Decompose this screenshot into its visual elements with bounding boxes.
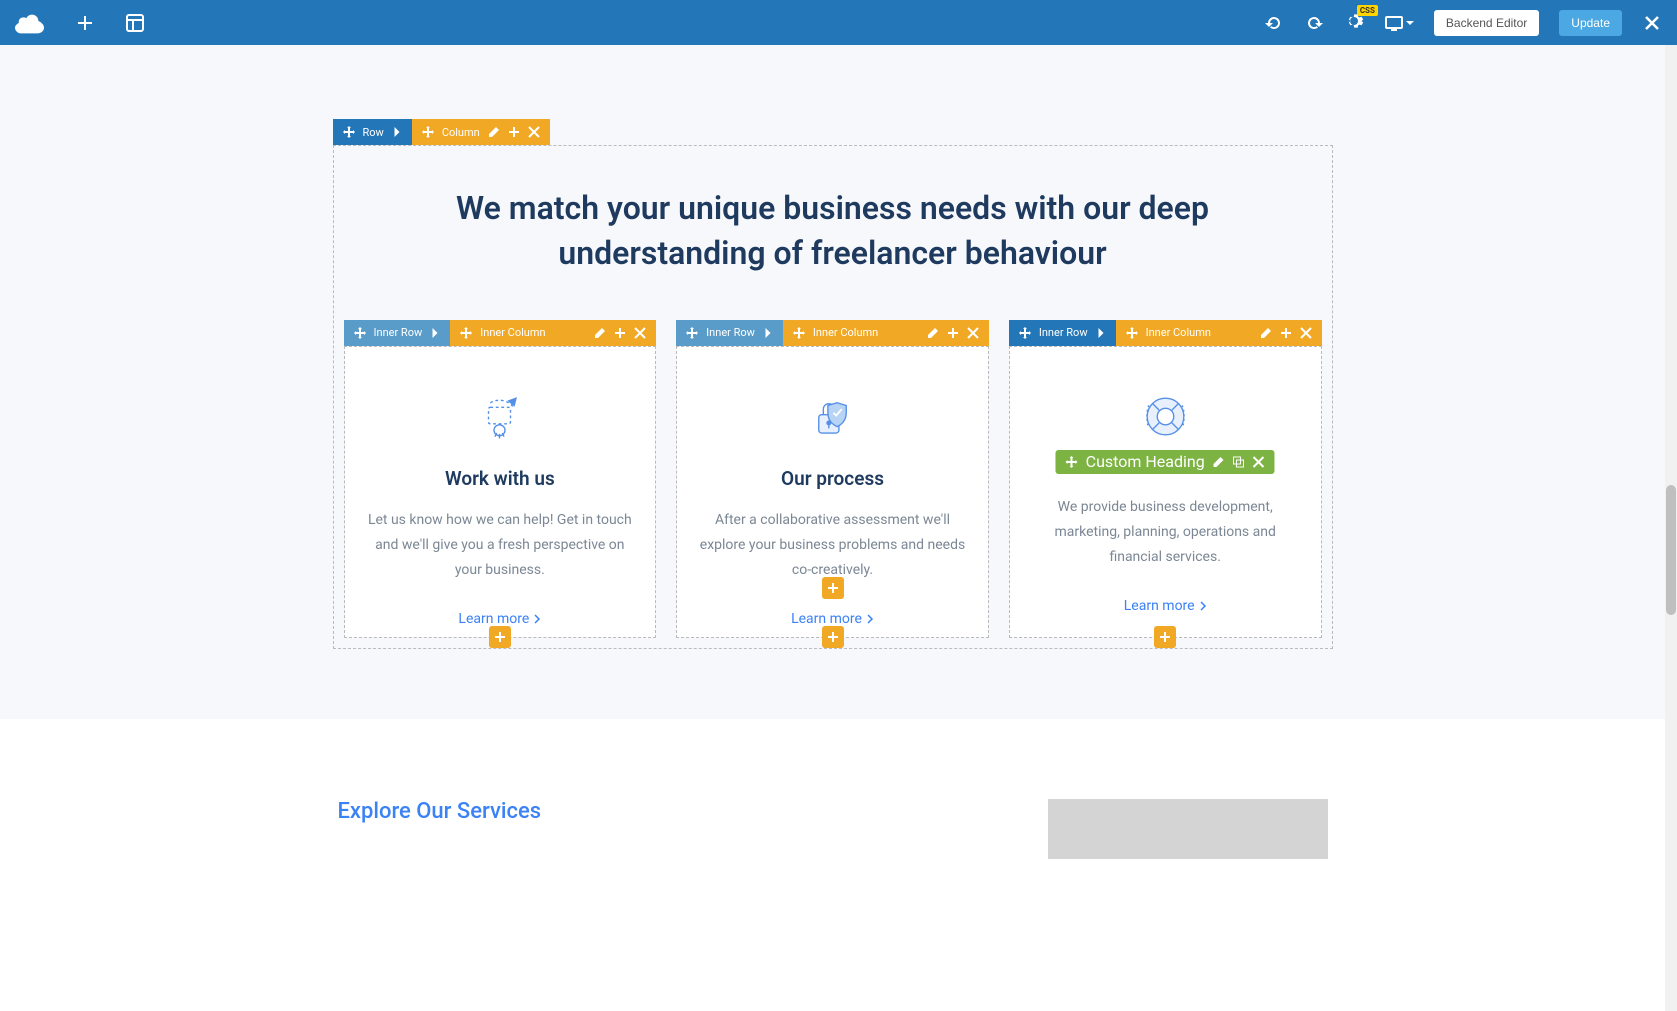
lifebuoy-icon [1135,387,1195,447]
learn-more-link[interactable]: Learn more [1124,598,1207,614]
edit-icon[interactable] [1213,456,1225,468]
column-label: Column [442,126,480,139]
edit-icon[interactable] [927,327,939,339]
move-icon [1066,456,1078,468]
inner-column-controls-3: Inner Row Inner Column [1009,320,1322,346]
chevron-right-icon [763,328,773,338]
inner-column-label: Inner Column [1146,326,1211,339]
logo-cloud-icon[interactable] [15,11,45,35]
update-button[interactable]: Update [1559,10,1622,36]
add-element-button[interactable] [489,626,511,648]
inner-row-handle[interactable]: Inner Row [676,320,783,346]
card-frame-1[interactable]: Work with us Let us know how we can help… [344,346,657,638]
image-placeholder [1048,799,1328,859]
delete-icon[interactable] [1253,456,1265,468]
row-controls: Row Column [333,119,550,145]
card-title: Work with us [365,467,636,490]
column-handle[interactable]: Column [412,119,550,145]
move-icon [343,126,355,138]
move-icon [422,126,434,138]
add-element-button[interactable] [822,626,844,648]
delete-icon[interactable] [528,126,540,138]
redo-icon[interactable] [1304,13,1324,33]
explore-heading: Explore Our Services [338,799,988,824]
undo-icon[interactable] [1264,13,1284,33]
responsive-mode-dropdown[interactable] [1384,13,1414,33]
card-column-3: Inner Row Inner Column [1009,346,1322,638]
features-section: Row Column We match your unique business… [0,45,1665,719]
editor-topbar: Backend Editor Update [0,0,1677,45]
scrollbar-track[interactable] [1665,45,1677,1011]
card-column-2: Inner Row Inner Column [676,346,989,638]
element-type-label: Custom Heading [1086,452,1205,471]
element-handle[interactable]: Custom Heading [1056,450,1275,474]
inner-row-label: Inner Row [1039,326,1088,339]
topbar-left-group [15,11,145,35]
feature-card-1: Work with us Let us know how we can help… [345,347,656,637]
explore-section: Explore Our Services [0,719,1665,899]
add-icon[interactable] [1280,327,1292,339]
move-icon [460,327,472,339]
card-frame-3[interactable]: Custom Heading We provide business devel… [1009,346,1322,638]
row-handle[interactable]: Row [333,119,412,145]
card-column-1: Inner Row Inner Column [344,346,657,638]
inner-column-handle[interactable]: Inner Column [1116,320,1322,346]
inner-row-handle[interactable]: Inner Row [344,320,451,346]
chevron-right-icon [1096,328,1106,338]
inner-cards-row: Inner Row Inner Column [344,346,1322,638]
templates-icon[interactable] [125,13,145,33]
add-icon[interactable] [614,327,626,339]
card-text: We provide business development, marketi… [1030,495,1301,571]
move-icon [1019,327,1031,339]
add-element-button[interactable] [822,577,844,599]
close-editor-icon[interactable] [1642,13,1662,33]
rocket-idea-icon [470,387,530,447]
delete-icon[interactable] [1300,327,1312,339]
row-frame[interactable]: We match your unique business needs with… [333,145,1333,649]
card-frame-2[interactable]: Our process After a collaborative assess… [676,346,989,638]
editor-canvas: Row Column We match your unique business… [0,45,1665,1011]
inner-row-handle[interactable]: Inner Row [1009,320,1116,346]
chevron-right-icon [430,328,440,338]
feature-card-3: Custom Heading We provide business devel… [1010,347,1321,637]
lock-shield-icon [803,387,863,447]
edit-icon[interactable] [488,126,500,138]
inner-column-handle[interactable]: Inner Column [783,320,989,346]
row-label: Row [363,126,384,139]
add-icon[interactable] [947,327,959,339]
card-title: Our process [697,467,968,490]
custom-heading-selected-controls: Custom Heading [1056,450,1275,474]
chevron-right-icon [1199,601,1207,611]
section-heading: We match your unique business needs with… [453,186,1213,276]
scrollbar-thumb[interactable] [1666,485,1676,615]
add-element-button[interactable] [1154,626,1176,648]
inner-column-handle[interactable]: Inner Column [450,320,656,346]
inner-row-label: Inner Row [374,326,423,339]
edit-icon[interactable] [1260,327,1272,339]
inner-column-label: Inner Column [813,326,878,339]
inner-row-label: Inner Row [706,326,755,339]
move-icon [793,327,805,339]
settings-gear-icon[interactable] [1344,11,1364,35]
delete-icon[interactable] [634,327,646,339]
move-icon [1126,327,1138,339]
inner-column-label: Inner Column [480,326,545,339]
inner-column-controls-2: Inner Row Inner Column [676,320,989,346]
move-icon [354,327,366,339]
add-element-icon[interactable] [75,13,95,33]
edit-icon[interactable] [594,327,606,339]
chevron-right-icon [392,127,402,137]
chevron-right-icon [533,614,541,624]
topbar-right-group: Backend Editor Update [1264,10,1662,36]
card-text: After a collaborative assessment we'll e… [697,508,968,584]
add-icon[interactable] [508,126,520,138]
move-icon [686,327,698,339]
clone-icon[interactable] [1233,456,1245,468]
delete-icon[interactable] [967,327,979,339]
backend-editor-button[interactable]: Backend Editor [1434,10,1539,36]
chevron-right-icon [866,614,874,624]
card-text: Let us know how we can help! Get in touc… [365,508,636,584]
inner-column-controls-1: Inner Row Inner Column [344,320,657,346]
